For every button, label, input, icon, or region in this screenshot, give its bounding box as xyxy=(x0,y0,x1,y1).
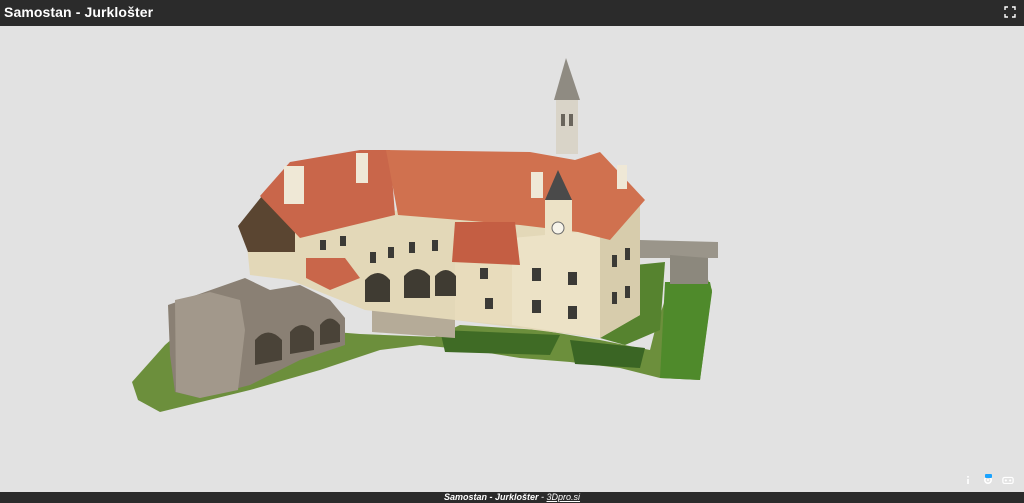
spire xyxy=(554,58,580,100)
fullscreen-icon[interactable] xyxy=(1004,6,1016,18)
arch xyxy=(320,318,340,345)
settings-icon[interactable] xyxy=(982,474,994,486)
ruins-tower xyxy=(175,292,245,398)
3d-viewer-canvas[interactable] xyxy=(0,26,1024,492)
tower-window xyxy=(569,114,573,126)
vr-headset-icon[interactable] xyxy=(1002,474,1014,486)
roof-south-gable xyxy=(452,222,520,265)
chimney xyxy=(284,166,304,204)
chimney xyxy=(531,172,543,198)
chimney xyxy=(617,165,627,189)
title-bar: Samostan - Jurklošter xyxy=(0,0,1024,26)
hedge xyxy=(570,340,645,368)
tower-window xyxy=(561,114,565,126)
arch xyxy=(290,325,314,354)
footer-title: Samostan - Jurklošter xyxy=(443,492,539,502)
arcade-arch xyxy=(365,273,390,302)
perimeter-wall xyxy=(640,240,718,258)
chimney xyxy=(356,153,368,183)
arcade-arch xyxy=(435,270,456,296)
viewer-controls xyxy=(962,473,1014,487)
arch xyxy=(255,332,282,365)
model-title: Samostan - Jurklošter xyxy=(4,4,154,20)
footer-link[interactable]: 3Dpro.si xyxy=(547,492,581,502)
footer-separator: - xyxy=(538,492,547,502)
monastery-3d-model[interactable] xyxy=(0,26,1024,492)
footer-bar: Samostan - Jurklošter - 3Dpro.si xyxy=(0,492,1024,503)
info-icon[interactable] xyxy=(962,474,974,486)
arcade-arch xyxy=(404,269,430,298)
ruin-wall xyxy=(670,255,708,284)
bell-tower xyxy=(556,98,578,154)
grass-strip xyxy=(660,282,712,380)
clock-face xyxy=(551,221,565,235)
